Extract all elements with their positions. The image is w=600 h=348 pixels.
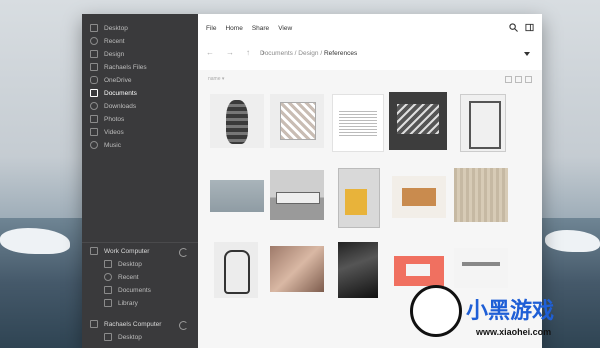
chevron-down-icon[interactable] (524, 52, 530, 56)
menu-share[interactable]: Share (252, 25, 269, 32)
sidebar-item-recent[interactable]: Recent (90, 36, 125, 46)
sidebar-sub-desktop-2[interactable]: Desktop (104, 332, 142, 342)
sidebar-item-onedrive[interactable]: OneDrive (90, 75, 131, 85)
up-arrow-icon[interactable]: ↑ (246, 48, 250, 57)
file-thumbnail-texture[interactable] (270, 246, 324, 292)
watermark: 小黑游戏 www.xiaohei.com (410, 285, 600, 348)
panda-icon (410, 285, 462, 337)
menu-bar: File Home Share View (206, 25, 292, 32)
breadcrumb[interactable]: Documents / Design / References (260, 50, 357, 57)
sidebar-item-desktop[interactable]: Desktop (90, 23, 128, 33)
nav-buttons: ← → ↑ › (206, 48, 265, 57)
sidebar: Desktop Recent Design Rachaels Files One… (82, 14, 198, 348)
sidebar-item-photos[interactable]: Photos (90, 114, 124, 124)
file-thumbnail-chair[interactable] (214, 242, 258, 298)
file-thumbnail-pattern[interactable] (454, 168, 508, 222)
sync-icon[interactable] (179, 321, 188, 330)
watermark-url: www.xiaohei.com (476, 327, 552, 337)
clock-icon (90, 37, 98, 45)
crumb-design[interactable]: Design (298, 50, 318, 57)
download-icon (90, 102, 98, 110)
document-icon (90, 89, 98, 97)
sidebar-sub-documents[interactable]: Documents (104, 285, 151, 295)
forward-arrow-icon[interactable]: → (226, 48, 234, 57)
menu-home[interactable]: Home (225, 25, 242, 32)
file-thumbnail-cube[interactable] (270, 94, 324, 148)
computer-icon (90, 247, 98, 255)
photo-icon (90, 115, 98, 123)
crumb-current: References (323, 50, 358, 57)
sidebar-item-rachaels-files[interactable]: Rachaels Files (90, 62, 147, 72)
file-thumbnail-building[interactable] (270, 170, 324, 220)
view-toggle (505, 76, 532, 83)
details-view-icon[interactable] (525, 76, 532, 83)
file-thumbnail-shelf[interactable] (460, 94, 506, 152)
search-icon[interactable] (509, 23, 518, 32)
sidebar-computer-rachaels[interactable]: Rachaels Computer (90, 319, 161, 329)
sidebar-item-downloads[interactable]: Downloads (90, 101, 136, 111)
crumb-documents[interactable]: Documents (260, 50, 293, 57)
sidebar-sub-library[interactable]: Library (104, 298, 138, 308)
sidebar-item-music[interactable]: Music (90, 140, 121, 150)
sidebar-sub-desktop[interactable]: Desktop (104, 259, 142, 269)
sidebar-item-documents[interactable]: Documents (90, 88, 137, 98)
list-view-icon[interactable] (515, 76, 522, 83)
desktop-icon (90, 24, 98, 32)
file-thumbnail-abstract[interactable] (338, 242, 378, 298)
music-icon (90, 141, 98, 149)
sort-dropdown[interactable]: name ▾ (208, 76, 224, 82)
sidebar-item-videos[interactable]: Videos (90, 127, 124, 137)
menu-file[interactable]: File (206, 25, 216, 32)
file-thumbnail-chairs[interactable] (392, 176, 446, 218)
folder-icon (90, 63, 98, 71)
sync-icon[interactable] (179, 248, 188, 257)
file-thumbnail-table[interactable] (454, 248, 508, 288)
grid-view-icon[interactable] (505, 76, 512, 83)
cloud-icon (90, 76, 98, 84)
desktop-icon (104, 260, 112, 268)
watermark-title: 小黑游戏 (466, 299, 555, 324)
library-icon (104, 299, 112, 307)
desktop-icon (104, 333, 112, 341)
sidebar-computer-work[interactable]: Work Computer (90, 246, 149, 256)
computer-icon (90, 320, 98, 328)
document-icon (104, 286, 112, 294)
clock-icon (104, 273, 112, 281)
panel-icon[interactable] (525, 23, 534, 32)
file-thumbnail-document[interactable] (332, 94, 384, 152)
file-thumbnail-landscape[interactable] (210, 180, 264, 212)
divider (82, 242, 198, 243)
back-arrow-icon[interactable]: ← (206, 48, 214, 57)
menu-view[interactable]: View (278, 25, 292, 32)
file-thumbnail-architecture[interactable] (389, 92, 447, 150)
file-thumbnail-vase[interactable] (210, 94, 264, 148)
video-icon (90, 128, 98, 136)
sidebar-item-design[interactable]: Design (90, 49, 124, 59)
file-thumbnail-coral[interactable] (394, 256, 444, 286)
folder-icon (90, 50, 98, 58)
file-thumbnail-poster[interactable] (338, 168, 380, 228)
sidebar-sub-recent[interactable]: Recent (104, 272, 139, 282)
